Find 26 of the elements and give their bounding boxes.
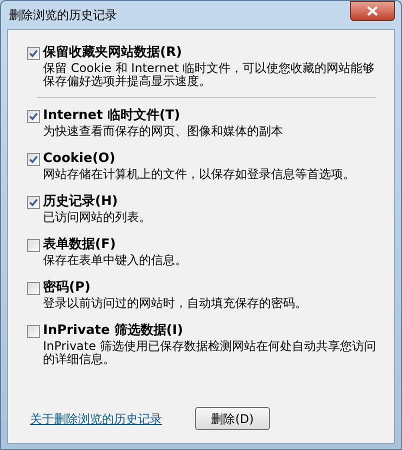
option-label[interactable]: InPrivate 筛选数据(I) xyxy=(43,323,184,339)
option-label[interactable]: 密码(P) xyxy=(43,280,90,296)
close-icon xyxy=(367,6,378,16)
option-label[interactable]: 保留收藏夹网站数据(R) xyxy=(43,45,182,61)
option-description: 为快速查看而保存的网页、图像和媒体的副本 xyxy=(42,125,284,138)
option-label[interactable]: Internet 临时文件(T) xyxy=(43,108,180,124)
option-description: 网站存储在计算机上的文件，以保存如登录信息等首选项。 xyxy=(42,168,356,181)
checkbox[interactable] xyxy=(27,46,40,60)
help-link[interactable]: 关于删除浏览的历史记录 xyxy=(30,410,162,428)
checkbox[interactable] xyxy=(27,152,40,166)
checkbox[interactable] xyxy=(27,282,40,294)
option-label[interactable]: Cookie(O) xyxy=(43,151,116,167)
checkbox[interactable] xyxy=(27,110,40,122)
option-description: 已访问网站的列表。 xyxy=(42,211,152,224)
option-label[interactable]: 历史记录(H) xyxy=(43,194,118,210)
option-description: 保存在表单中键入的信息。 xyxy=(42,254,188,267)
checkbox[interactable] xyxy=(27,196,40,208)
option-description: 保留 Cookie 和 Internet 临时文件，可以使您收藏的网站能够保存偏好选项并提高显示速度。 xyxy=(42,62,376,88)
close-button[interactable] xyxy=(350,1,395,21)
delete-button[interactable]: 删除(D) xyxy=(195,407,270,430)
window-title: 删除浏览的历史记录 xyxy=(8,7,117,24)
checkbox[interactable] xyxy=(27,324,40,338)
option-label[interactable]: 表单数据(F) xyxy=(43,237,116,253)
checkbox[interactable] xyxy=(27,238,40,252)
option-description: InPrivate 筛选使用已保存数据检测网站在何处自动共享您访问的详细信息。 xyxy=(42,340,377,366)
option-description: 登录以前访问过的网站时，自动填充保存的密码。 xyxy=(42,297,308,310)
